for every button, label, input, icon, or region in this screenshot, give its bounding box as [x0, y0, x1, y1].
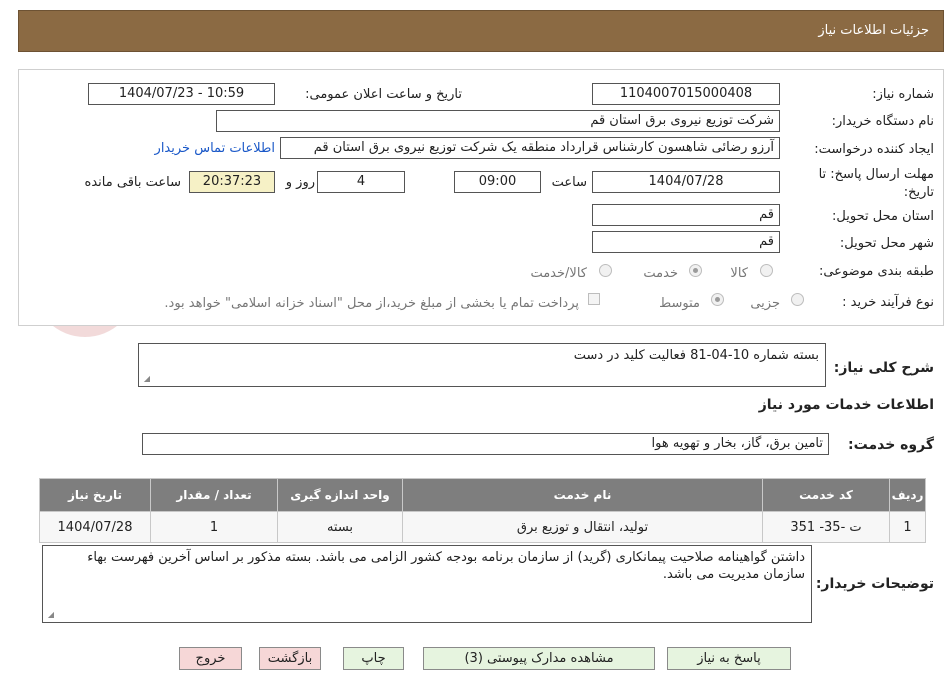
buyer-notes-textarea[interactable]: داشتن گواهینامه صلاحیت پیمانکاری (گرید) …: [42, 545, 812, 623]
category-option-service: خدمت: [643, 266, 678, 281]
category-radio-service[interactable]: [689, 264, 702, 277]
resize-grip-icon[interactable]: ◢: [142, 375, 150, 383]
category-radio-goods-service[interactable]: [599, 264, 612, 277]
service-group-label: گروه خدمت:: [848, 437, 934, 453]
attachments-button[interactable]: مشاهده مدارک پیوستی (3): [423, 647, 655, 670]
buyer-notes-label: توضیحات خریدار:: [815, 576, 934, 592]
days-label: روز و: [285, 175, 315, 190]
province-field[interactable]: قم: [592, 204, 780, 226]
resize-grip-icon[interactable]: ◢: [46, 611, 54, 619]
col-service-code: کد خدمت: [762, 478, 890, 512]
process-label: نوع فرآیند خرید :: [842, 295, 934, 310]
col-need-date: تاریخ نیاز: [39, 478, 151, 512]
summary-textarea[interactable]: بسته شماره 10-04-81 فعالیت کلید در دست ◢: [138, 343, 826, 387]
category-label: طبقه بندی موضوعی:: [818, 264, 934, 279]
remaining-label: ساعت باقی مانده: [84, 175, 181, 190]
cell-need-date: 1404/07/28: [39, 511, 151, 543]
service-group-field[interactable]: تامین برق، گاز، بخار و تهویه هوا: [142, 433, 829, 455]
services-table-header: ردیف کد خدمت نام خدمت واحد اندازه گیری ت…: [39, 478, 926, 512]
process-option-medium: متوسط: [659, 296, 700, 311]
need-number-field[interactable]: 1104007015000408: [592, 83, 780, 105]
need-details-panel: [18, 69, 944, 326]
col-row-number: ردیف: [889, 478, 926, 512]
treasury-checkbox[interactable]: [588, 293, 600, 305]
process-radio-minor[interactable]: [791, 293, 804, 306]
back-button[interactable]: بازگشت: [259, 647, 321, 670]
col-unit: واحد اندازه گیری: [277, 478, 403, 512]
cell-row-number: 1: [889, 511, 926, 543]
exit-button[interactable]: خروج: [179, 647, 242, 670]
col-quantity: تعداد / مقدار: [150, 478, 278, 512]
respond-button[interactable]: پاسخ به نیاز: [667, 647, 791, 670]
cell-unit: بسته: [277, 511, 403, 543]
buyer-field[interactable]: شرکت توزیع نیروی برق استان قم: [216, 110, 780, 132]
city-field[interactable]: قم: [592, 231, 780, 253]
requester-label: ایجاد کننده درخواست:: [814, 142, 934, 157]
summary-text: بسته شماره 10-04-81 فعالیت کلید در دست: [573, 348, 819, 363]
category-option-goods-service: کالا/خدمت: [530, 266, 587, 281]
treasury-note: پرداخت تمام یا بخشی از مبلغ خرید،از محل …: [164, 296, 579, 311]
announce-field[interactable]: 1404/07/23 - 10:59: [88, 83, 275, 105]
announce-label: تاریخ و ساعت اعلان عمومی:: [305, 87, 462, 102]
remaining-time-field: 20:37:23: [189, 171, 275, 193]
category-option-goods: کالا: [730, 266, 748, 281]
deadline-label: مهلت ارسال پاسخ: تا: [818, 167, 934, 182]
services-section-title: اطلاعات خدمات مورد نیاز: [758, 397, 934, 413]
contact-buyer-link[interactable]: اطلاعات تماس خریدار: [155, 141, 275, 156]
requester-field[interactable]: آرزو رضائی شاهسون کارشناس قرارداد منطقه …: [280, 137, 780, 159]
services-table: ردیف کد خدمت نام خدمت واحد اندازه گیری ت…: [39, 478, 926, 543]
city-label: شهر محل تحویل:: [839, 236, 934, 251]
page-title: جزئیات اطلاعات نیاز: [818, 23, 929, 38]
process-radio-medium[interactable]: [711, 293, 724, 306]
need-number-label: شماره نیاز:: [872, 87, 934, 102]
cell-service-code: ت -35- 351: [762, 511, 890, 543]
province-label: استان محل تحویل:: [832, 209, 934, 224]
col-service-name: نام خدمت: [402, 478, 763, 512]
category-radio-goods[interactable]: [760, 264, 773, 277]
table-row: 1 ت -35- 351 تولید، انتقال و توزیع برق ب…: [39, 511, 926, 543]
deadline-date-field[interactable]: 1404/07/28: [592, 171, 780, 193]
buyer-notes-text: داشتن گواهینامه صلاحیت پیمانکاری (گرید) …: [87, 550, 805, 582]
deadline-label-2: تاریخ:: [903, 185, 934, 200]
deadline-time-field[interactable]: 09:00: [454, 171, 541, 193]
page-header: جزئیات اطلاعات نیاز: [18, 10, 944, 52]
process-option-minor: جزیی: [750, 296, 780, 311]
print-button[interactable]: چاپ: [343, 647, 404, 670]
cell-quantity: 1: [150, 511, 278, 543]
days-field[interactable]: 4: [317, 171, 405, 193]
deadline-time-label: ساعت: [551, 175, 587, 190]
cell-service-name: تولید، انتقال و توزیع برق: [402, 511, 763, 543]
summary-label: شرح کلی نیاز:: [833, 360, 934, 376]
buyer-label: نام دستگاه خریدار:: [831, 114, 934, 129]
